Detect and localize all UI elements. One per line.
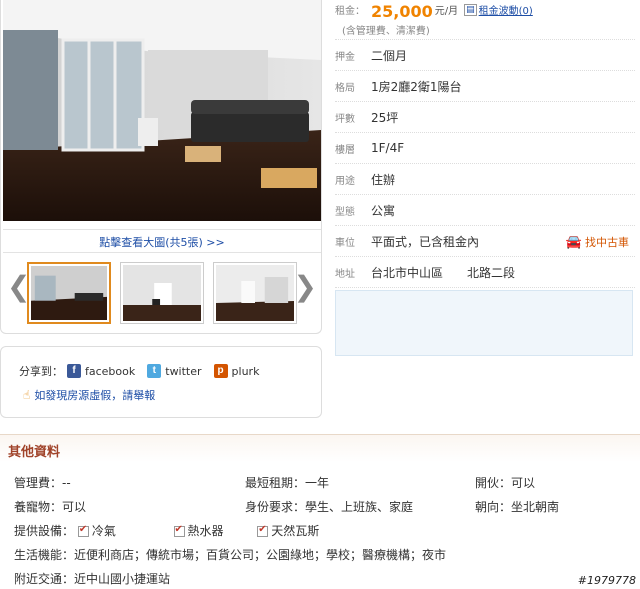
pets: 養寵物：可以	[14, 500, 87, 514]
floor-value: 1F/4F	[371, 141, 405, 155]
use-value: 住辦	[371, 172, 396, 187]
area-row: 坪數 25坪	[335, 102, 635, 133]
share-twitter-button[interactable]: t twitter	[147, 364, 202, 378]
parking-value: 平面式，已含租金內	[371, 234, 480, 249]
find-car-label: 找中古車	[585, 236, 629, 249]
checkbox-icon	[173, 524, 185, 537]
type-row: 型態 公寓	[335, 195, 635, 226]
thumbnail-2[interactable]	[120, 262, 204, 324]
rent-label: 租金：	[335, 6, 365, 17]
deposit-value: 二個月	[371, 48, 408, 63]
rent-row: 租金： 25,000 元/月 ▤ 租金波動(0) (含管理費、清潔費)	[335, 0, 635, 40]
photo-gallery: 點擊查看大圖(共5張) >> ❮ ❯	[0, 0, 322, 334]
floor-row: 樓層 1F/4F	[335, 133, 635, 164]
checkbox-icon	[77, 524, 89, 537]
rent-trend-link[interactable]: ▤ 租金波動(0)	[464, 2, 533, 17]
area-label: 坪數	[335, 113, 355, 125]
parking-row: 車位 平面式，已含租金內 🚘 找中古車	[335, 226, 635, 257]
other-info-title: 其他資料	[8, 445, 61, 460]
thumbnail-1[interactable]	[27, 262, 111, 324]
address-row: 地址 台北市中山區 北路二段	[335, 257, 635, 288]
rent-price: 25,000	[371, 2, 433, 21]
watermark: #1979778	[577, 574, 636, 587]
share-label: 分享到：	[19, 365, 63, 378]
car-icon: 🚘	[565, 234, 582, 250]
thumbnail-3[interactable]	[213, 262, 297, 324]
share-row: 分享到： f facebook t twitter p plurk	[19, 363, 267, 379]
facilities-row: 提供設備： 冷氣 熱水器 天然瓦斯	[14, 522, 319, 539]
rent-trend-label: 租金波動(0)	[478, 6, 533, 17]
area-value: 25坪	[371, 110, 399, 125]
layout-value: 1房2廳2衛1陽台	[371, 79, 462, 94]
trend-icon: ▤	[464, 3, 477, 16]
rent-unit: 元/月	[434, 6, 459, 17]
orientation: 朝向：坐北朝南	[475, 500, 560, 514]
type-label: 型態	[335, 206, 355, 218]
living-function: 生活機能：近便利商店；傳統市場；百貨公司；公園綠地；學校；醫療機構；夜市	[14, 548, 447, 562]
layout-row: 格局 1房2廳2衛1陽台	[335, 71, 635, 102]
mgmt-fee: 管理費：--	[14, 476, 71, 490]
report-row: ☝ 如發現房源虛假，請舉報	[23, 387, 155, 403]
thumbnail-image	[216, 265, 294, 321]
transport: 附近交通：近中山國小捷運站	[14, 572, 171, 586]
share-facebook-label: facebook	[85, 364, 136, 378]
plurk-icon: p	[213, 364, 228, 378]
other-info-header: 其他資料	[0, 434, 640, 462]
room-photo	[3, 0, 321, 221]
deposit-label: 押金	[335, 51, 355, 63]
parking-label: 車位	[335, 237, 355, 249]
address-label: 地址	[335, 268, 355, 280]
floor-label: 樓層	[335, 144, 355, 156]
share-plurk-label: plurk	[231, 364, 260, 378]
thumbnail-image	[123, 265, 201, 321]
find-car-link[interactable]: 🚘 找中古車	[566, 234, 629, 250]
listing-details: 租金： 25,000 元/月 ▤ 租金波動(0) (含管理費、清潔費) 押金 二…	[335, 0, 635, 288]
rent-note: (含管理費、清潔費)	[342, 26, 430, 37]
twitter-icon: t	[147, 364, 162, 378]
share-plurk-button[interactable]: p plurk	[213, 364, 260, 378]
share-twitter-label: twitter	[165, 364, 202, 378]
main-photo[interactable]	[3, 0, 321, 221]
facilities-label: 提供設備：	[14, 524, 75, 538]
hand-icon: ☝	[23, 388, 31, 402]
map-placeholder	[335, 290, 633, 356]
type-value: 公寓	[371, 203, 396, 218]
address-value: 台北市中山區 北路二段	[371, 265, 516, 280]
thumbnail-strip: ❮ ❯	[3, 256, 321, 328]
facility-aircon: 冷氣	[91, 524, 116, 538]
min-lease: 最短租期：一年	[245, 476, 330, 490]
share-facebook-button[interactable]: f facebook	[67, 364, 135, 378]
share-panel: 分享到： f facebook t twitter p plurk ☝ 如發現房…	[0, 346, 322, 418]
checkbox-icon	[257, 524, 269, 537]
use-row: 用途 住辦	[335, 164, 635, 195]
thumbnail-image	[31, 266, 107, 320]
next-arrow-icon[interactable]: ❯	[294, 270, 317, 303]
view-large-link[interactable]: 點擊查看大圖(共5張) >>	[99, 236, 225, 249]
cooking: 開伙：可以	[475, 476, 536, 490]
facility-gas: 天然瓦斯	[271, 524, 320, 538]
use-label: 用途	[335, 175, 355, 187]
layout-label: 格局	[335, 82, 355, 94]
facebook-icon: f	[67, 364, 81, 378]
view-large-row: 點擊查看大圖(共5張) >>	[3, 229, 321, 253]
facility-water-heater: 熱水器	[187, 524, 224, 538]
report-link[interactable]: 如發現房源虛假，請舉報	[34, 387, 155, 403]
identity-requirement: 身份要求：學生、上班族、家庭	[245, 500, 414, 514]
deposit-row: 押金 二個月	[335, 40, 635, 71]
